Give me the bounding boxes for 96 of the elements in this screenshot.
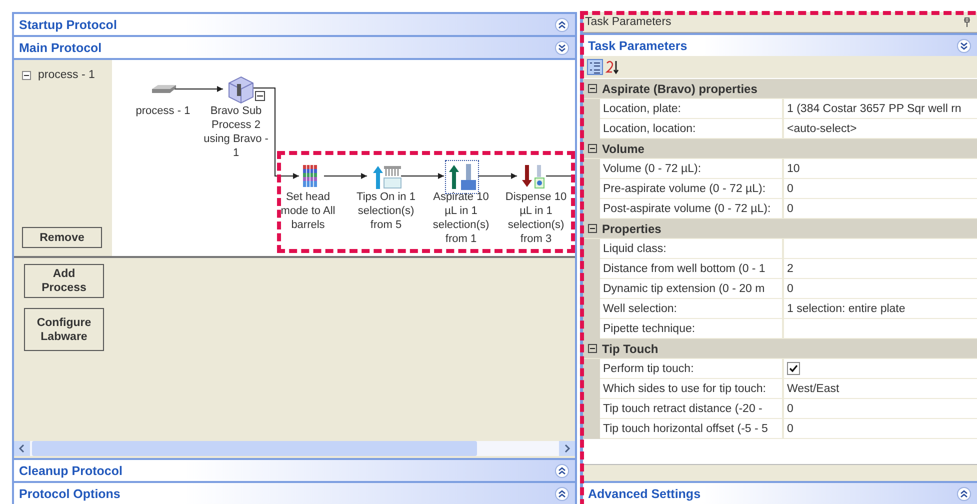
property-row[interactable]: Tip touch horizontal offset (-5 - 5 0 [583, 419, 977, 439]
collapse-icon[interactable] [22, 70, 31, 80]
property-row[interactable]: Pipette technique: [583, 319, 977, 339]
action-button[interactable]: Add Process [24, 264, 104, 298]
section-title: Cleanup Protocol [19, 464, 122, 478]
section-header[interactable]: Task Parameters [583, 33, 977, 56]
property-row[interactable]: Post-aspirate volume (0 - 72 µL): 0 [583, 199, 977, 219]
section-title: Startup Protocol [19, 18, 117, 32]
category-title: Volume [602, 142, 644, 156]
property-value[interactable]: 2 [787, 262, 794, 274]
step-label: process - 1 [134, 104, 192, 118]
property-label: Which sides to use for tip touch: [603, 382, 766, 394]
step-label: Tips On in 1 selection(s) from 5 [356, 190, 416, 232]
category-title: Properties [602, 222, 662, 236]
chevron-up-icon[interactable] [957, 486, 971, 500]
category-row[interactable]: Tip Touch [583, 339, 977, 359]
property-label: Post-aspirate volume (0 - 72 µL): [603, 202, 771, 214]
property-value[interactable]: 0 [787, 282, 794, 294]
section-header[interactable]: Startup Protocol [14, 14, 575, 35]
collapse-icon[interactable] [588, 224, 597, 233]
connector-arrow [478, 172, 518, 180]
step-label: Set head mode to All barrels [280, 190, 336, 232]
category-row[interactable]: Aspirate (Bravo) properties [583, 79, 977, 99]
section-title: Task Parameters [588, 38, 688, 52]
section-title: Main Protocol [19, 40, 102, 54]
collapse-icon[interactable] [255, 91, 265, 101]
collapse-icon[interactable] [588, 84, 597, 93]
chevron-down-icon[interactable] [555, 40, 569, 54]
property-label: Tip touch horizontal offset (-5 - 5 [603, 422, 768, 434]
property-value[interactable]: 0 [787, 182, 794, 194]
chevron-up-icon[interactable] [555, 464, 569, 478]
property-row[interactable]: Location, location: <auto-select> [583, 119, 977, 139]
section-header[interactable]: Advanced Settings [583, 481, 977, 504]
property-value[interactable]: 10 [787, 162, 800, 174]
scroll-right-icon[interactable] [559, 441, 575, 456]
property-label: Liquid class: [603, 242, 666, 254]
property-row[interactable]: Which sides to use for tip touch: West/East [583, 379, 977, 399]
scroll-left-icon[interactable] [14, 441, 30, 456]
chevron-down-icon[interactable] [957, 38, 971, 52]
category-row[interactable]: Volume [583, 139, 977, 159]
pane-title: Task Parameters [585, 16, 672, 28]
sort-icon[interactable] [605, 59, 621, 75]
cube-icon[interactable] [228, 76, 254, 104]
tray-icon[interactable] [152, 84, 176, 94]
step-label: Bravo Sub Process 2 using Bravo - 1 [202, 104, 270, 160]
chevron-up-icon[interactable] [555, 486, 569, 500]
property-label: Dynamic tip extension (0 - 20 m [603, 282, 765, 294]
section-header[interactable]: Main Protocol [14, 37, 575, 58]
property-row[interactable]: Dynamic tip extension (0 - 20 m 0 [583, 279, 977, 299]
category-title: Aspirate (Bravo) properties [602, 82, 758, 96]
property-label: Pre-aspirate volume (0 - 72 µL): [603, 182, 766, 194]
property-row[interactable]: Tip touch retract distance (-20 - 0 [583, 399, 977, 419]
property-value[interactable]: 0 [787, 202, 794, 214]
property-value[interactable]: 0 [787, 422, 794, 434]
categorized-icon[interactable] [587, 59, 603, 75]
property-row[interactable]: Liquid class: [583, 239, 977, 259]
property-label: Distance from well bottom (0 - 1 [603, 262, 766, 274]
tree-item[interactable]: process - 1 [38, 69, 95, 81]
tips-on-icon[interactable] [372, 165, 402, 189]
property-row[interactable]: Location, plate: 1 (384 Costar 3657 PP Sqr well rn [583, 99, 977, 119]
property-value[interactable]: 0 [787, 402, 794, 414]
category-row[interactable]: Properties [583, 219, 977, 239]
property-label: Perform tip touch: [603, 362, 694, 374]
property-row[interactable]: Pre-aspirate volume (0 - 72 µL): 0 [583, 179, 977, 199]
horizontal-scrollbar[interactable] [14, 441, 575, 456]
checkbox[interactable] [787, 362, 800, 375]
property-label: Volume (0 - 72 µL): [603, 162, 702, 174]
pin-icon[interactable] [963, 17, 971, 27]
connector-arrow [324, 172, 368, 180]
section-title: Advanced Settings [588, 486, 701, 500]
property-label: Location, plate: [603, 102, 682, 114]
property-row[interactable]: Volume (0 - 72 µL): 10 [583, 159, 977, 179]
category-title: Tip Touch [602, 342, 658, 356]
section-header[interactable]: Cleanup Protocol [14, 460, 575, 481]
section-header[interactable]: Protocol Options [14, 483, 575, 504]
remove-button[interactable]: Remove [22, 227, 102, 248]
property-label: Location, location: [603, 122, 696, 134]
property-row[interactable]: Perform tip touch: [583, 359, 977, 379]
property-row[interactable]: Distance from well bottom (0 - 1 2 [583, 259, 977, 279]
property-value[interactable]: West/East [787, 382, 840, 394]
property-row[interactable]: Well selection: 1 selection: entire plate [583, 299, 977, 319]
dispense-icon[interactable] [521, 165, 547, 189]
property-label: Tip touch retract distance (-20 - [603, 402, 762, 414]
property-label: Well selection: [603, 302, 677, 314]
grid-icon[interactable] [303, 165, 317, 187]
step-label: Aspirate 10 µL in 1 selection(s) from 1 [432, 190, 490, 246]
section-title: Protocol Options [19, 486, 120, 500]
connector-arrow [174, 85, 224, 93]
property-label: Pipette technique: [603, 322, 696, 334]
collapse-icon[interactable] [588, 144, 597, 153]
chevron-up-icon[interactable] [555, 18, 569, 32]
step-label: Dispense 10 µL in 1 selection(s) from 3 [504, 190, 568, 246]
collapse-icon[interactable] [588, 344, 597, 353]
connector-arrow [401, 172, 445, 180]
aspirate-icon[interactable] [447, 162, 477, 192]
action-button[interactable]: Configure Labware [24, 308, 104, 351]
